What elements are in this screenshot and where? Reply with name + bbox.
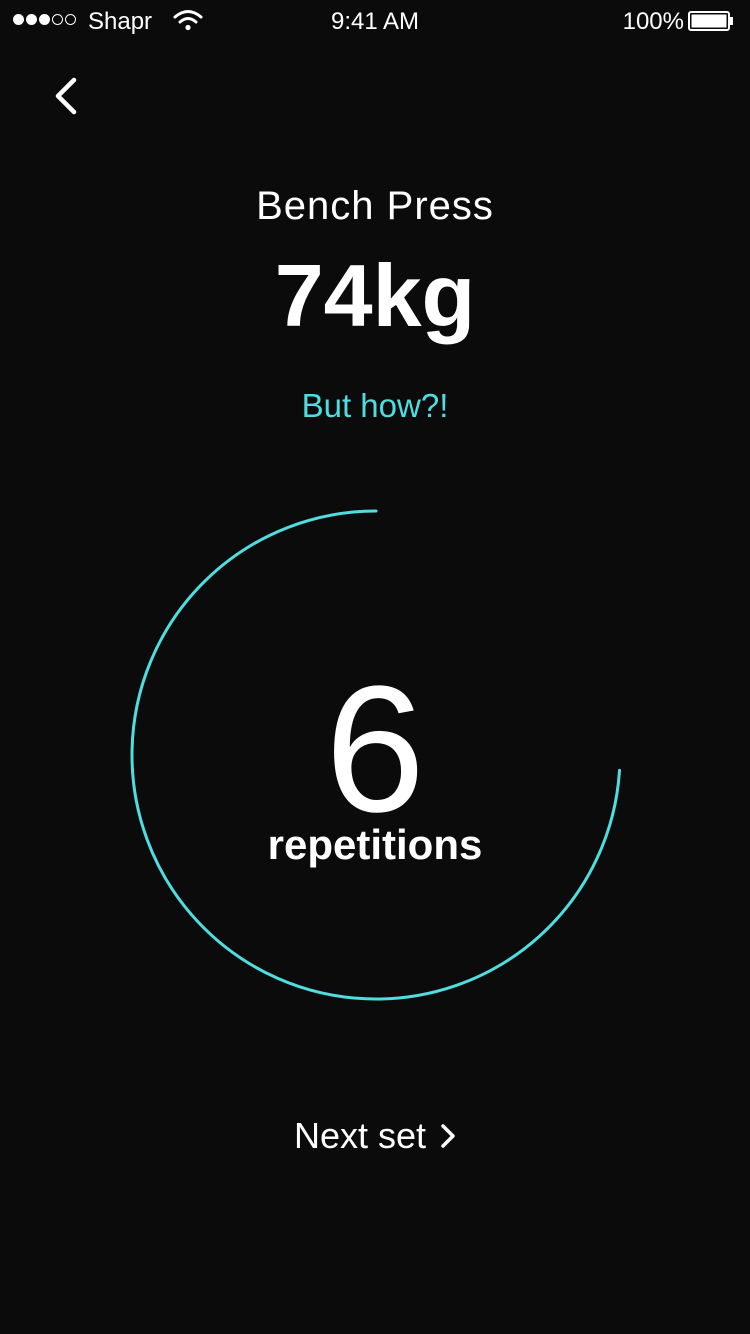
next-set-label: Next set bbox=[293, 1115, 427, 1156]
back-button[interactable] bbox=[40, 70, 92, 122]
exercise-weight: 74kg bbox=[274, 246, 476, 345]
next-set-button[interactable]: Next set bbox=[270, 1108, 480, 1164]
chevron-left-icon bbox=[55, 77, 77, 115]
repetitions-label: repetitions bbox=[267, 821, 483, 868]
chevron-right-icon bbox=[441, 1124, 455, 1148]
battery-percentage: 100% bbox=[622, 8, 684, 35]
battery-icon bbox=[688, 11, 733, 31]
exercise-name: Bench Press bbox=[256, 184, 494, 228]
how-link[interactable]: But how?! bbox=[0, 386, 750, 426]
status-bar: Shapr 9:41 AM 100% bbox=[0, 0, 750, 40]
